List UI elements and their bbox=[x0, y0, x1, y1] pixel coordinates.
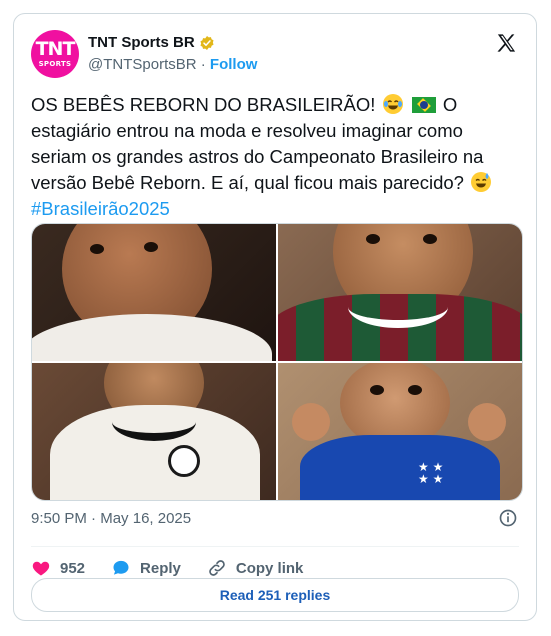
media-grid: ★ ★ ★ ★ bbox=[31, 223, 523, 501]
media-image-4[interactable]: ★ ★ ★ ★ bbox=[278, 363, 522, 500]
link-icon bbox=[209, 560, 225, 576]
corinthians-crest-icon bbox=[168, 445, 200, 477]
baby-eye-4b bbox=[408, 385, 422, 395]
sweat-smile-emoji-icon bbox=[471, 172, 492, 192]
timestamp-separator: · bbox=[91, 510, 97, 527]
copy-link-button[interactable]: Copy link bbox=[207, 558, 304, 578]
white-shirt-1 bbox=[32, 314, 272, 361]
account-name[interactable]: TNT Sports BR bbox=[88, 34, 195, 51]
baby-fist-left bbox=[292, 403, 330, 441]
account-handle[interactable]: @TNTSportsBR bbox=[88, 56, 197, 73]
baby-eye-1b bbox=[144, 242, 158, 252]
cruzeiro-jersey bbox=[300, 435, 500, 500]
jersey-stars-icon: ★ ★ ★ ★ bbox=[418, 460, 444, 486]
baby-eye-2a bbox=[366, 234, 380, 244]
tweet-card: TNT SPORTS TNT Sports BR @TNTSportsBR · … bbox=[13, 13, 537, 621]
avatar[interactable]: TNT SPORTS bbox=[31, 30, 79, 78]
handle-separator: · bbox=[200, 56, 206, 73]
media-image-3[interactable] bbox=[32, 363, 276, 500]
shirt-collar-3 bbox=[112, 403, 196, 441]
x-logo-icon[interactable] bbox=[495, 32, 518, 55]
hashtag-link[interactable]: #Brasileirão2025 bbox=[31, 198, 170, 219]
baby-fist-right bbox=[468, 403, 506, 441]
baby-eye-2b bbox=[423, 234, 437, 244]
divider bbox=[31, 546, 519, 547]
action-bar: 952 Reply Copy link bbox=[31, 558, 329, 578]
brazil-flag-icon bbox=[411, 97, 436, 113]
media-image-2[interactable] bbox=[278, 224, 522, 361]
media-image-1[interactable] bbox=[32, 224, 276, 361]
reply-label: Reply bbox=[140, 559, 181, 577]
read-replies-label: Read 251 replies bbox=[219, 587, 331, 603]
avatar-logo-text: TNT bbox=[35, 38, 76, 60]
copy-link-label: Copy link bbox=[235, 559, 304, 577]
baby-eye-4a bbox=[370, 385, 384, 395]
tweet-text: OS BEBÊS REBORN DO BRASILEIRÃO! O estagi… bbox=[31, 92, 521, 222]
reply-bubble-icon bbox=[113, 560, 129, 575]
timestamp-time: 9:50 PM bbox=[31, 510, 87, 527]
avatar-logo-subtext: SPORTS bbox=[38, 60, 72, 68]
account-name-row[interactable]: TNT Sports BR bbox=[88, 34, 215, 51]
baby-eye-1a bbox=[90, 244, 104, 254]
reply-button[interactable]: Reply bbox=[111, 558, 181, 578]
follow-button[interactable]: Follow bbox=[210, 56, 258, 73]
heart-icon bbox=[32, 561, 50, 576]
like-count: 952 bbox=[60, 559, 86, 577]
read-replies-button[interactable]: Read 251 replies bbox=[31, 578, 519, 612]
timestamp[interactable]: 9:50 PM · May 16, 2025 bbox=[31, 510, 191, 527]
tweet-text-headline: OS BEBÊS REBORN DO BRASILEIRÃO! bbox=[31, 94, 376, 115]
jersey-collar-2 bbox=[348, 286, 448, 328]
laughing-crying-emoji-icon bbox=[382, 94, 403, 114]
handle-row: @TNTSportsBR · Follow bbox=[88, 56, 257, 73]
timestamp-date: May 16, 2025 bbox=[100, 510, 192, 527]
like-button[interactable]: 952 bbox=[31, 558, 85, 578]
info-icon[interactable] bbox=[498, 508, 518, 528]
verified-badge-icon bbox=[200, 35, 214, 50]
